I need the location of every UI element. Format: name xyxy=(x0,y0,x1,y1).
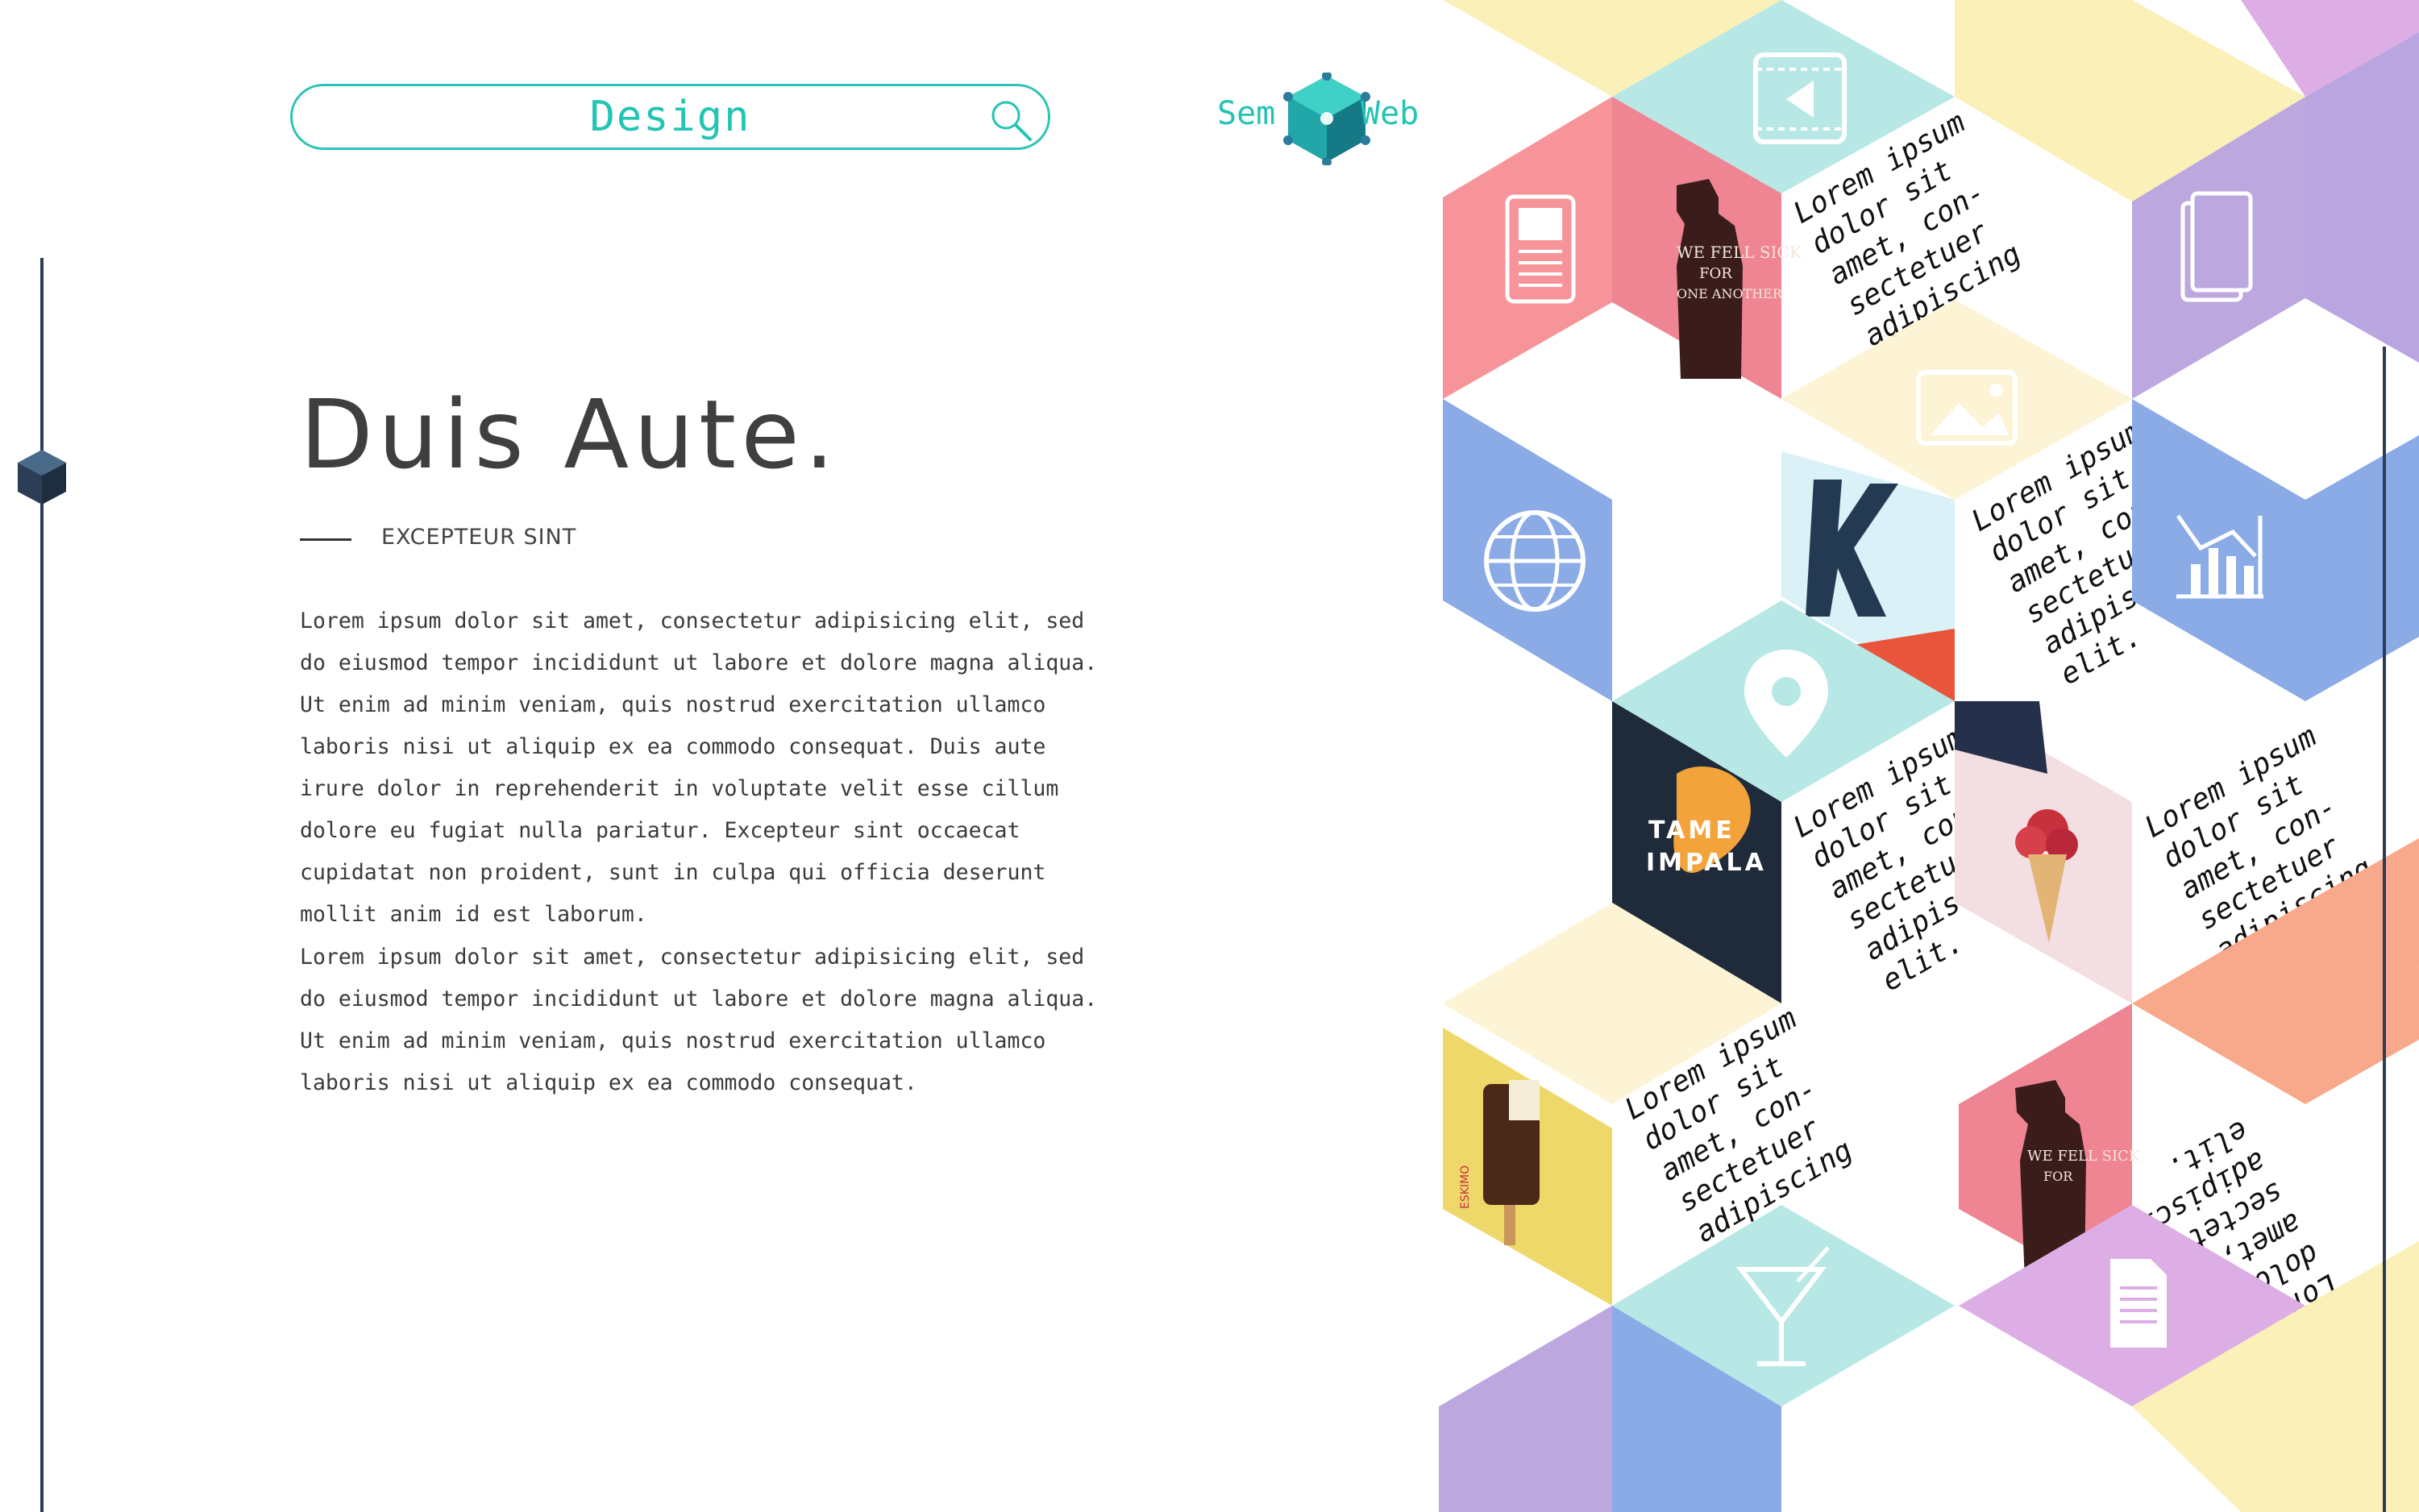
svg-text:ESKIMO: ESKIMO xyxy=(1459,1165,1472,1209)
search-input[interactable]: Design xyxy=(293,86,1048,147)
mosaic-tile xyxy=(1439,1306,1612,1512)
cube-nav-icon[interactable] xyxy=(16,448,68,506)
mosaic-tile xyxy=(1443,399,1612,701)
svg-text:TAME: TAME xyxy=(1648,816,1735,845)
logo-word-left: Sem xyxy=(1217,95,1276,132)
svg-text:WE FELL SICK: WE FELL SICK xyxy=(1677,243,1802,262)
subtitle-dash xyxy=(300,538,351,541)
page-icon xyxy=(2110,1259,2167,1348)
mosaic-tile xyxy=(1443,97,1612,399)
mosaic-tile xyxy=(2132,399,2305,701)
search-icon[interactable] xyxy=(988,98,1033,143)
semweb-logo[interactable]: Sem Web xyxy=(1217,73,1431,165)
subtitle: EXCEPTEUR SINT xyxy=(381,525,577,550)
logo-word-right: Web xyxy=(1361,95,1419,132)
page-title: Duis Aute. xyxy=(300,379,840,490)
files-icon xyxy=(2180,191,2253,302)
svg-text:WE FELL SICK: WE FELL SICK xyxy=(2027,1148,2140,1165)
svg-text:ONE ANOTHER: ONE ANOTHER xyxy=(1677,286,1783,301)
mosaic-tile xyxy=(1955,0,2132,201)
search-bar[interactable]: Design xyxy=(290,84,1050,150)
isometric-mosaic: Lorem ipsum dolor sit amet, con- sectetu… xyxy=(1439,0,2419,1512)
body-paragraph-1: Lorem ipsum dolor sit amet, consectetur … xyxy=(300,609,1098,927)
mosaic-tile xyxy=(2305,435,2419,701)
left-rail-line xyxy=(40,258,44,1512)
cube-logo-icon xyxy=(1283,73,1370,165)
body-paragraph-2: Lorem ipsum dolor sit amet, consectetur … xyxy=(300,945,1098,1095)
svg-text:IMPALA: IMPALA xyxy=(1646,849,1767,877)
svg-text:FOR: FOR xyxy=(1699,265,1732,282)
svg-text:FOR: FOR xyxy=(2043,1169,2073,1184)
